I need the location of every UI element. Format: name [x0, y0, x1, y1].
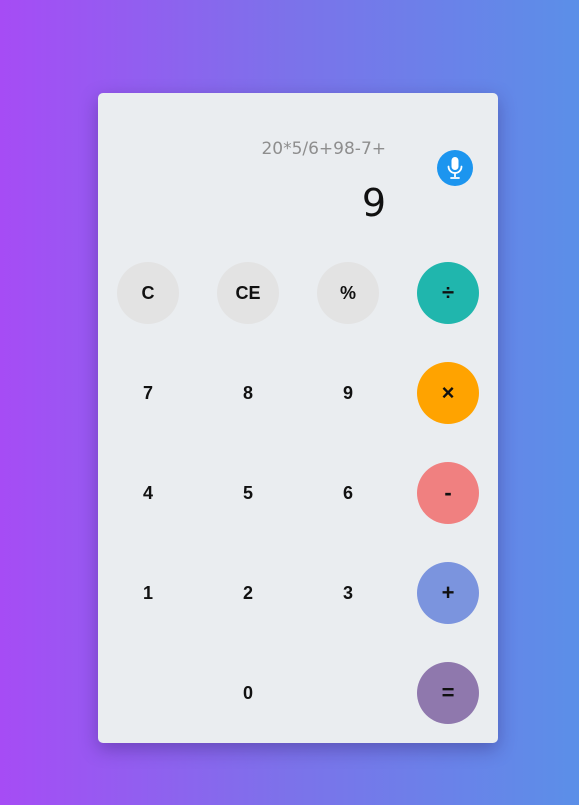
digit-8-button[interactable]: 8	[217, 362, 279, 424]
digit-1-button[interactable]: 1	[117, 562, 179, 624]
digit-7-button[interactable]: 7	[117, 362, 179, 424]
plus-button[interactable]: +	[417, 562, 479, 624]
digit-9-button[interactable]: 9	[317, 362, 379, 424]
digit-0-button[interactable]: 0	[217, 662, 279, 724]
divide-button[interactable]: ÷	[417, 262, 479, 324]
multiply-button[interactable]: ×	[417, 362, 479, 424]
equals-button[interactable]: =	[417, 662, 479, 724]
digit-6-button[interactable]: 6	[317, 462, 379, 524]
percent-button[interactable]: %	[317, 262, 379, 324]
microphone-button[interactable]	[437, 150, 473, 186]
digit-2-button[interactable]: 2	[217, 562, 279, 624]
calculator-panel: 20*5/6+98-7+ 9 C CE % ÷ 7 8 9 × 4 5 6 - …	[98, 93, 498, 743]
expression-display: 20*5/6+98-7+	[261, 139, 386, 159]
result-display: 9	[361, 181, 386, 225]
clear-entry-button[interactable]: CE	[217, 262, 279, 324]
digit-5-button[interactable]: 5	[217, 462, 279, 524]
minus-button[interactable]: -	[417, 462, 479, 524]
clear-button[interactable]: C	[117, 262, 179, 324]
digit-3-button[interactable]: 3	[317, 562, 379, 624]
microphone-icon	[447, 157, 463, 179]
digit-4-button[interactable]: 4	[117, 462, 179, 524]
